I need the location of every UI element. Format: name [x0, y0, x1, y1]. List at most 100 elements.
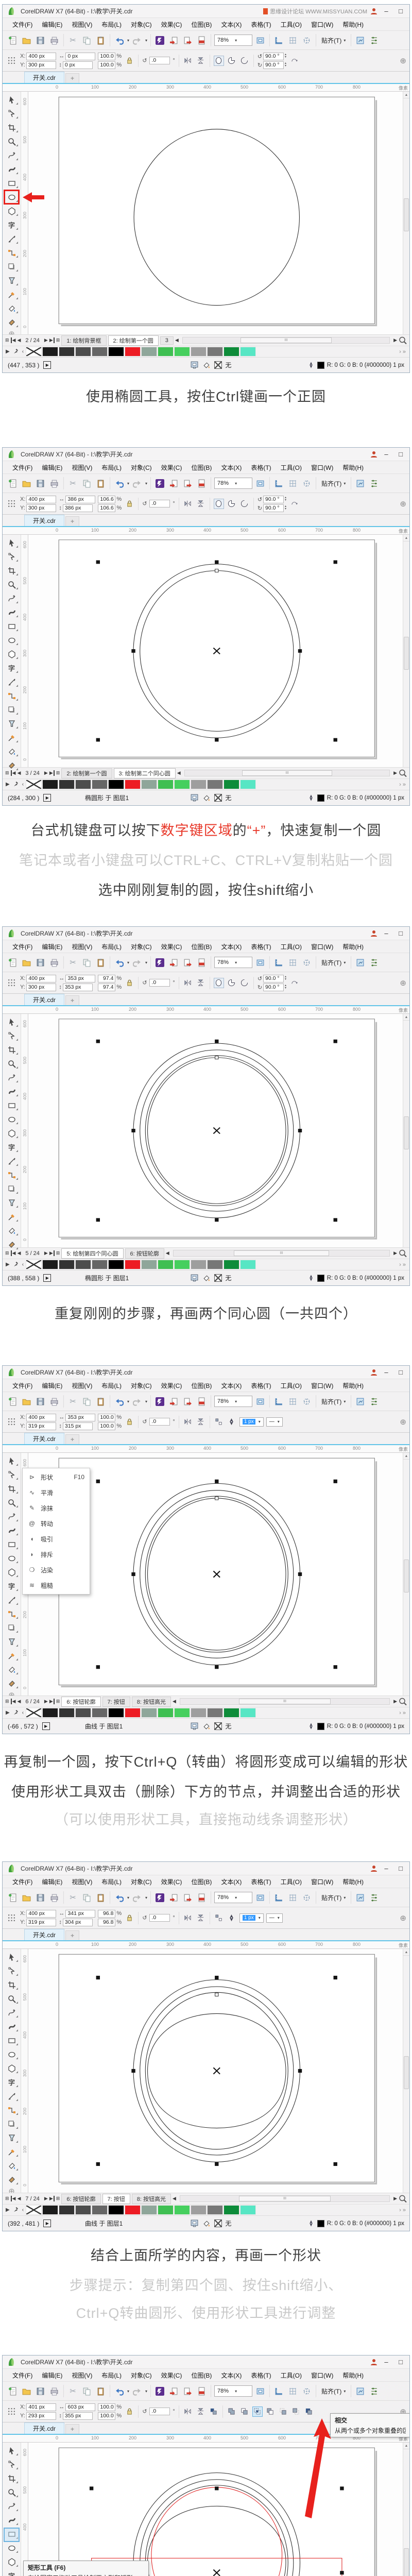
no-color-swatch[interactable]: [26, 2205, 42, 2215]
connector-tool[interactable]: [4, 689, 20, 703]
new-document-tab-button[interactable]: +: [65, 516, 80, 526]
menu-layout[interactable]: 布局(L): [97, 20, 126, 29]
user-account-icon[interactable]: [370, 930, 377, 937]
redo-dropdown-icon[interactable]: ▾: [145, 38, 147, 43]
menu-layout[interactable]: 布局(L): [97, 1381, 126, 1390]
paste-icon[interactable]: [95, 2385, 107, 2397]
show-rulers-icon[interactable]: [273, 1396, 285, 1408]
color-swatch[interactable]: [174, 2205, 191, 2215]
color-swatch[interactable]: [240, 347, 256, 357]
scroll-up-icon[interactable]: ▲: [403, 1014, 409, 1021]
width-field[interactable]: 603 px: [65, 2403, 96, 2411]
minimize-button[interactable]: –: [381, 2358, 392, 2367]
new-document-tab-button[interactable]: +: [65, 995, 80, 1005]
menu-help[interactable]: 帮助(H): [338, 1381, 368, 1390]
menu-layout[interactable]: 布局(L): [97, 2371, 126, 2380]
status-flyout-button[interactable]: ▶: [42, 1722, 50, 1730]
menu-window[interactable]: 窗口(W): [306, 20, 338, 29]
color-swatch[interactable]: [125, 347, 141, 357]
scale-x-field[interactable]: 96.8: [98, 1909, 116, 1918]
tab-scroll-right-icon[interactable]: ▶: [393, 1699, 397, 1704]
smart-fill-tool[interactable]: [4, 315, 20, 329]
menu-bitmaps[interactable]: 位图(B): [186, 20, 216, 29]
save-icon[interactable]: [35, 478, 46, 489]
new-document-tab-button[interactable]: +: [65, 1930, 80, 1940]
scroll-up-icon[interactable]: ▲: [403, 1949, 409, 1956]
docker-icon[interactable]: [368, 2385, 380, 2397]
mirror-vertical-button[interactable]: [196, 499, 206, 509]
document-tab[interactable]: 开关.cdr: [24, 1929, 65, 1940]
fullscreen-preview-icon[interactable]: [254, 2385, 266, 2397]
menu-file[interactable]: 文件(F): [8, 942, 37, 951]
color-eyedropper-tool[interactable]: [4, 287, 20, 301]
x-position-field[interactable]: 400 px: [26, 495, 57, 503]
user-account-icon[interactable]: [370, 2359, 377, 2366]
change-direction-button[interactable]: [289, 56, 299, 66]
menu-effects[interactable]: 效果(C): [157, 1381, 187, 1390]
color-swatch[interactable]: [207, 347, 224, 357]
document-tab[interactable]: 开关.cdr: [24, 994, 65, 1005]
copy-icon[interactable]: [81, 957, 93, 969]
snap-to-button[interactable]: 贴齐(T) ▾: [319, 958, 348, 967]
color-swatch[interactable]: [75, 779, 92, 789]
drop-shadow-tool[interactable]: [4, 1182, 20, 1196]
color-swatch[interactable]: [240, 2205, 256, 2215]
color-swatch[interactable]: [108, 779, 125, 789]
smart-fill-tool[interactable]: [4, 1238, 20, 1251]
zoom-tool[interactable]: [4, 1496, 20, 1510]
page-tab[interactable]: 6: 按钮轮廓: [61, 1696, 101, 1707]
zoom-tool[interactable]: [4, 1992, 20, 2006]
color-swatch[interactable]: [141, 1260, 158, 1269]
menu-edit[interactable]: 编辑(E): [37, 1877, 67, 1886]
end-angle-field[interactable]: 90.0 °: [263, 983, 284, 991]
vertical-scrollbar[interactable]: ▲: [403, 1453, 409, 1696]
menu-tools[interactable]: 工具(O): [276, 1381, 306, 1390]
snap-options-icon[interactable]: [301, 2385, 313, 2397]
new-document-icon[interactable]: [7, 478, 19, 489]
menu-table[interactable]: 表格(T): [246, 2371, 276, 2380]
scrollbar-thumb[interactable]: [404, 2056, 409, 2090]
menu-layout[interactable]: 布局(L): [97, 1877, 126, 1886]
lock-ratio-button[interactable]: [124, 1913, 134, 1923]
color-swatch[interactable]: [42, 2205, 59, 2215]
next-page-icon[interactable]: ▶: [44, 1699, 48, 1704]
zoom-level-select[interactable]: 78% ▾: [214, 1892, 253, 1903]
mirror-horizontal-button[interactable]: [183, 1417, 193, 1427]
shape-tool[interactable]: [4, 550, 20, 564]
docker-icon[interactable]: [368, 957, 380, 969]
no-color-swatch[interactable]: [26, 347, 42, 357]
palette-flyout-icon[interactable]: ▶: [4, 1710, 11, 1716]
last-page-icon[interactable]: ▶: [49, 2196, 55, 2201]
status-flyout-button[interactable]: ▶: [43, 361, 52, 369]
scale-y-field[interactable]: 106.6: [98, 504, 116, 512]
palette-scroll-left-icon[interactable]: ‹: [21, 782, 25, 787]
menu-table[interactable]: 表格(T): [246, 463, 276, 472]
spinner-icon[interactable]: ▴ ▾: [285, 505, 286, 511]
canvas-area[interactable]: ▲: [28, 1949, 409, 2193]
no-color-swatch[interactable]: [26, 779, 42, 789]
smart-fill-tool[interactable]: [4, 1676, 20, 1690]
color-swatch[interactable]: [92, 1260, 108, 1269]
menu-bitmaps[interactable]: 位图(B): [186, 1877, 216, 1886]
color-swatch[interactable]: [108, 347, 125, 357]
hscroll-thumb[interactable]: III: [241, 337, 332, 343]
customize-propbar-icon[interactable]: ⊕: [400, 978, 406, 988]
palette-flyout-icon[interactable]: ▶: [4, 2207, 11, 2213]
add-page-before-icon[interactable]: ⊞: [5, 1699, 9, 1704]
palette-flyout-icon[interactable]: ▶: [4, 782, 11, 787]
app-launcher-icon[interactable]: [154, 1396, 166, 1408]
scale-x-field[interactable]: 106.6: [98, 495, 116, 503]
maximize-button[interactable]: □: [395, 1864, 406, 1873]
vertical-scrollbar[interactable]: ▲: [403, 1014, 409, 1247]
pie-mode-button[interactable]: [227, 56, 237, 66]
snap-options-icon[interactable]: [301, 1892, 313, 1904]
color-swatch[interactable]: [224, 347, 240, 357]
new-document-icon[interactable]: [7, 35, 19, 46]
drop-shadow-tool[interactable]: [4, 2117, 20, 2131]
palette-scroll-right-icon[interactable]: › »: [399, 2207, 408, 2213]
open-icon[interactable]: [21, 2385, 32, 2397]
print-icon[interactable]: [48, 35, 60, 46]
text-tool[interactable]: 字: [4, 218, 20, 232]
color-swatch[interactable]: [42, 1708, 59, 1718]
last-page-icon[interactable]: ▶: [49, 770, 55, 776]
